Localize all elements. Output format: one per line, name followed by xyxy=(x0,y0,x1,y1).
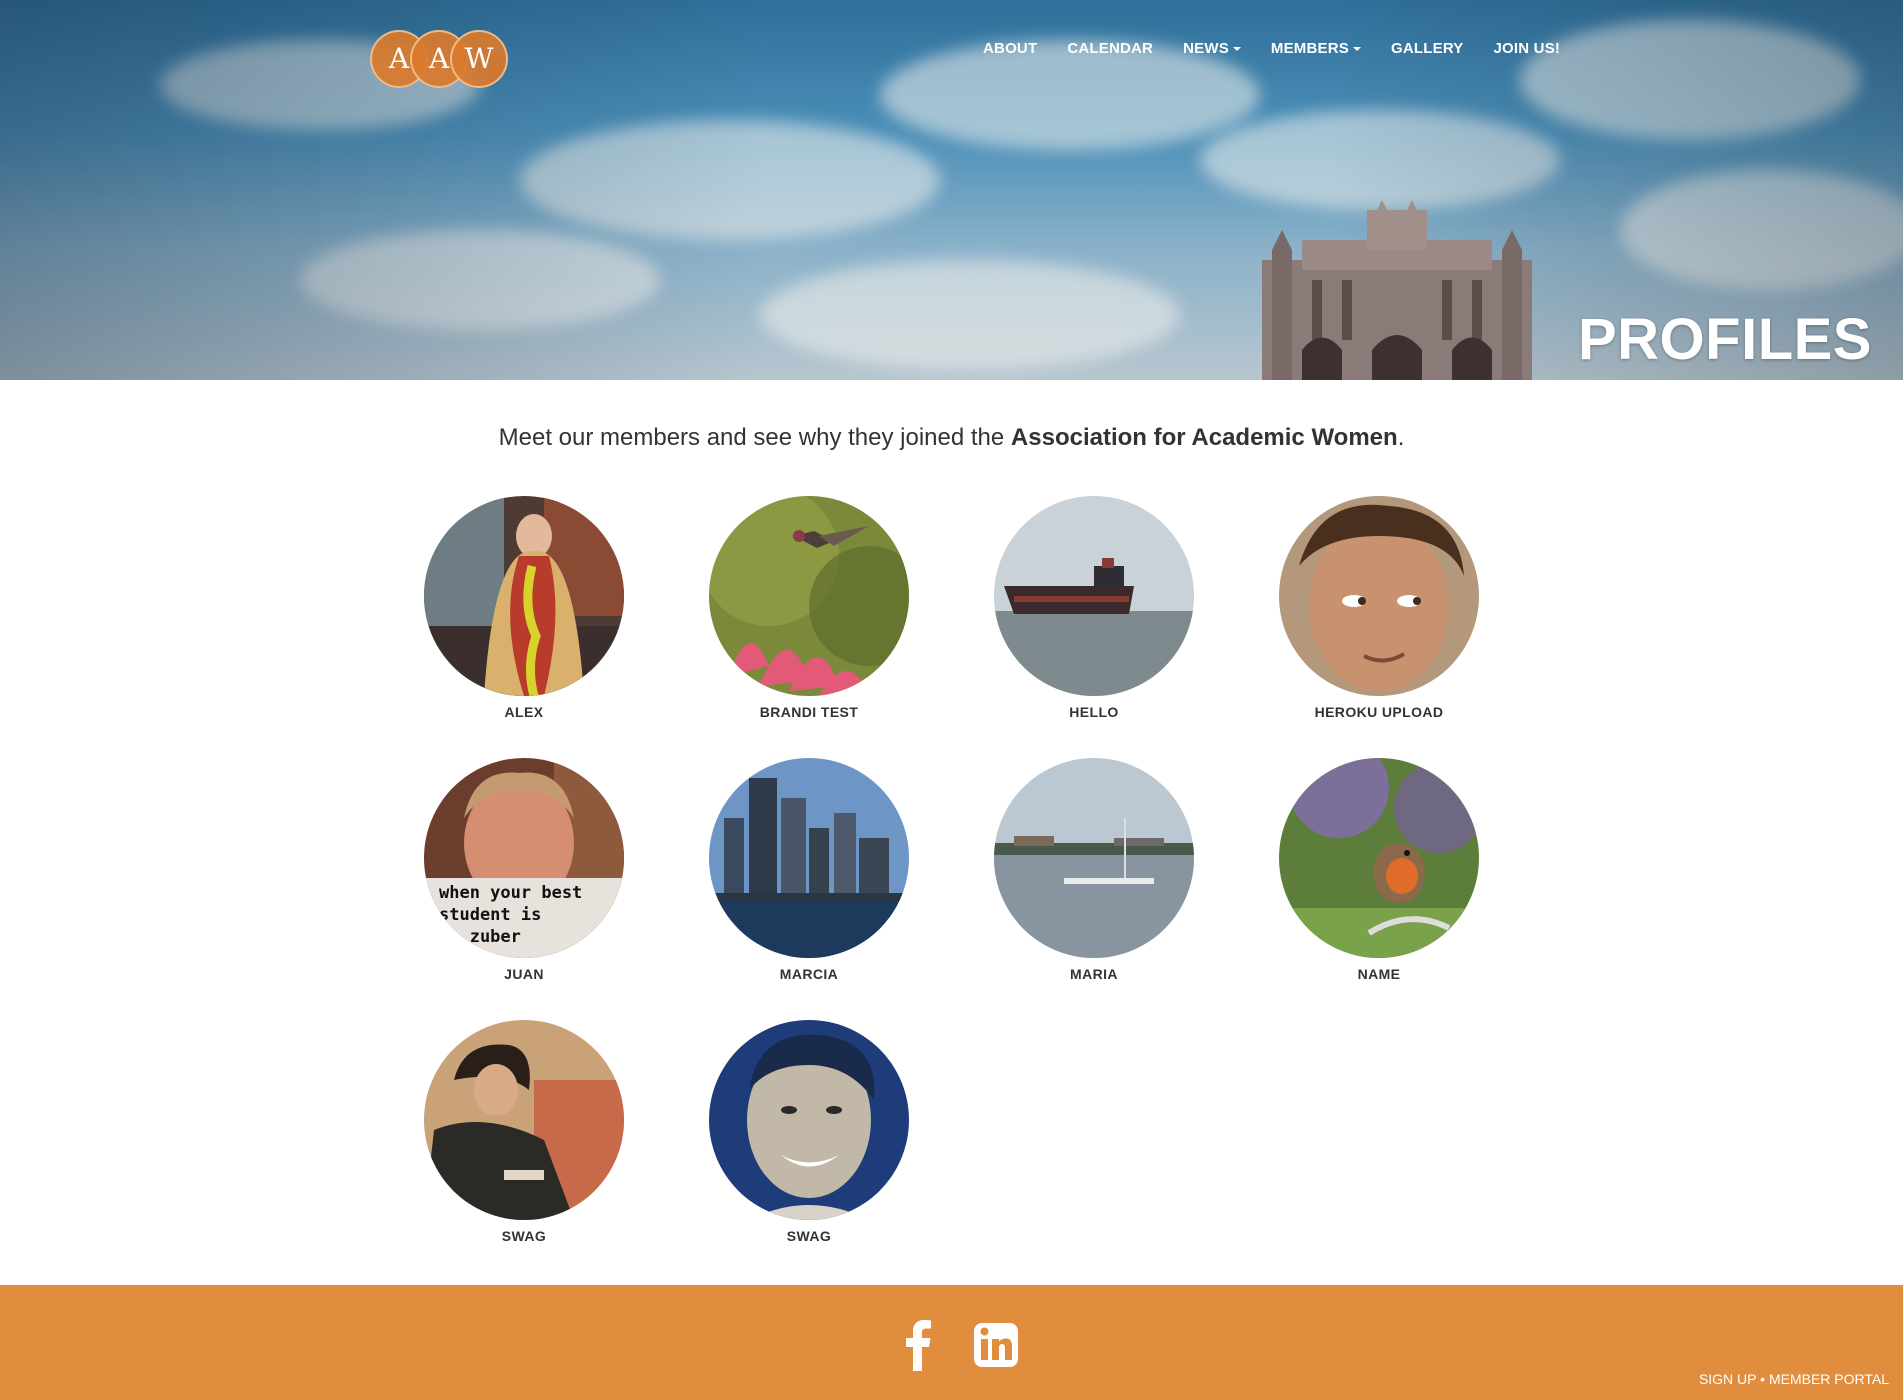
nav-news[interactable]: NEWS xyxy=(1168,40,1256,57)
member-card[interactable]: MARIA xyxy=(994,758,1194,982)
footer: SIGN UP • MEMBER PORTAL xyxy=(0,1285,1903,1400)
nav-label: NEWS xyxy=(1183,40,1229,57)
meme-line: when your best xyxy=(439,883,582,903)
logo-letter: W xyxy=(450,30,508,88)
separator: • xyxy=(1760,1371,1766,1387)
main-nav: ABOUT CALENDAR NEWS MEMBERS GALLERY JOIN… xyxy=(968,40,1575,57)
nav-gallery[interactable]: GALLERY xyxy=(1376,40,1479,57)
avatar-photo: when your best student is ic zuber xyxy=(424,758,624,958)
member-avatar xyxy=(709,496,909,696)
intro-suffix: . xyxy=(1397,424,1405,451)
member-name: MARIA xyxy=(1070,966,1118,982)
member-card[interactable]: NAME xyxy=(1279,758,1479,982)
org-name: Association for Academic Women xyxy=(1010,424,1398,451)
member-card[interactable]: SWAG xyxy=(709,1020,909,1244)
meme-line: student is xyxy=(439,905,541,925)
avatar-photo xyxy=(994,496,1194,696)
member-card[interactable]: ALEX xyxy=(424,496,624,720)
facebook-icon[interactable] xyxy=(896,1319,940,1371)
member-avatar xyxy=(994,496,1194,696)
nav-about[interactable]: ABOUT xyxy=(968,40,1052,57)
member-avatar xyxy=(1279,496,1479,696)
nav-members[interactable]: MEMBERS xyxy=(1256,40,1376,57)
member-name: NAME xyxy=(1357,966,1401,982)
member-card[interactable]: SWAG xyxy=(424,1020,624,1244)
page-title: PROFILES xyxy=(1577,307,1872,372)
avatar-photo xyxy=(1279,758,1479,958)
avatar-photo xyxy=(709,496,909,696)
meme-line: ic zuber xyxy=(439,927,521,947)
intro-prefix: Meet our members and see why they joined… xyxy=(498,424,1011,451)
nav-join-us[interactable]: JOIN US! xyxy=(1479,40,1576,57)
member-avatar xyxy=(709,1020,909,1220)
social-links xyxy=(896,1319,1018,1371)
member-avatar: when your best student is ic zuber xyxy=(424,758,624,958)
member-avatar xyxy=(994,758,1194,958)
member-avatar xyxy=(709,758,909,958)
nav-label: MEMBERS xyxy=(1270,40,1349,57)
member-card[interactable]: BRANDI TEST xyxy=(709,496,909,720)
avatar-photo xyxy=(709,1020,909,1220)
footer-links: SIGN UP • MEMBER PORTAL xyxy=(1699,1371,1889,1387)
intro-text: Meet our members and see why they joined… xyxy=(0,424,1903,452)
sign-up-link[interactable]: SIGN UP xyxy=(1699,1371,1756,1387)
avatar-photo xyxy=(424,496,624,696)
nav-label: CALENDAR xyxy=(1067,40,1154,57)
member-card[interactable]: when your best student is ic zuber JUAN xyxy=(424,758,624,982)
member-card[interactable]: MARCIA xyxy=(709,758,909,982)
avatar-photo xyxy=(1279,496,1479,696)
aaw-logo[interactable]: A A W xyxy=(370,30,510,90)
nav-label: ABOUT xyxy=(983,40,1038,57)
nav-label: GALLERY xyxy=(1390,40,1464,57)
avatar-photo xyxy=(994,758,1194,958)
member-name: SWAG xyxy=(501,1228,547,1244)
tower-building xyxy=(1262,200,1532,380)
member-name: MARCIA xyxy=(779,966,839,982)
caret-down-icon xyxy=(1352,47,1361,52)
member-card[interactable]: HEROKU UPLOAD xyxy=(1279,496,1479,720)
member-avatar xyxy=(424,1020,624,1220)
member-name: BRANDI TEST xyxy=(759,704,859,720)
avatar-photo xyxy=(424,1020,624,1220)
caret-down-icon xyxy=(1232,47,1241,52)
member-name: ALEX xyxy=(504,704,544,720)
member-portal-link[interactable]: MEMBER PORTAL xyxy=(1769,1371,1889,1387)
member-avatar xyxy=(424,496,624,696)
member-name: SWAG xyxy=(786,1228,832,1244)
nav-label: JOIN US! xyxy=(1493,40,1561,57)
member-name: HELLO xyxy=(1069,704,1119,720)
member-card[interactable]: HELLO xyxy=(994,496,1194,720)
linkedin-icon[interactable] xyxy=(974,1319,1018,1371)
nav-calendar[interactable]: CALENDAR xyxy=(1052,40,1168,57)
member-name: JUAN xyxy=(504,966,544,982)
member-avatar xyxy=(1279,758,1479,958)
hero-banner: A A W ABOUT CALENDAR NEWS MEMBERS GALLER… xyxy=(0,0,1903,380)
member-name: HEROKU UPLOAD xyxy=(1314,704,1444,720)
avatar-photo xyxy=(709,758,909,958)
